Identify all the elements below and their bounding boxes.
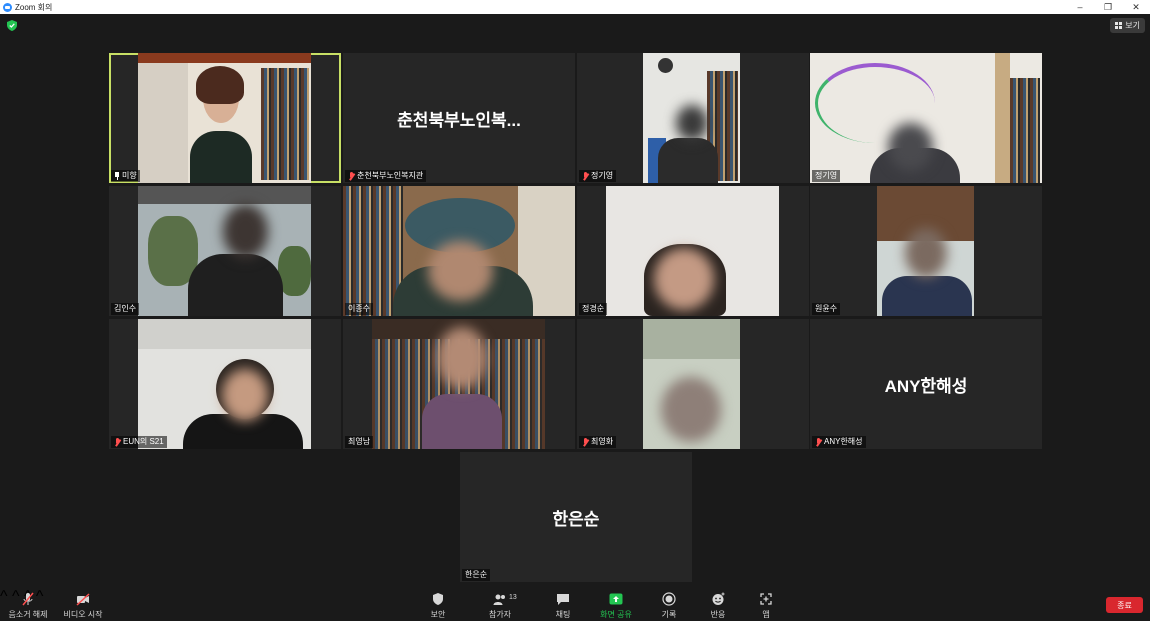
video-tile[interactable]: 정경순 (577, 186, 809, 316)
participant-label: 이종수 (345, 303, 374, 315)
pin-icon (114, 172, 120, 180)
participant-name-display: ANY한해성 (884, 376, 968, 396)
participant-label: 정기영 (579, 170, 617, 182)
video-tile[interactable]: 최영화 (577, 319, 809, 449)
share-screen-button[interactable]: 화면 공유 (592, 592, 640, 620)
participant-label: 정경순 (579, 303, 608, 315)
participant-name-display: 한은순 (552, 509, 600, 529)
video-tile[interactable]: 이종수 (343, 186, 575, 316)
start-video-button[interactable]: 비디오 시작 (59, 592, 107, 620)
participant-label: 최영남 (345, 436, 374, 448)
meeting-topbar: 보기 (0, 14, 1150, 38)
record-icon (662, 592, 676, 606)
participant-label: 미향 (111, 170, 140, 182)
participant-label: 정기영 (812, 170, 841, 182)
video-tile-active-speaker[interactable]: 미향 (109, 53, 341, 183)
chat-bubble-icon (557, 594, 569, 605)
share-screen-icon (609, 593, 623, 605)
participant-name-display: 춘천북부노인복... (397, 110, 521, 130)
muted-mic-icon (582, 171, 589, 181)
participant-label: 최영화 (579, 436, 617, 448)
participant-label: 원윤수 (812, 303, 841, 315)
video-tile[interactable]: 정기영 (810, 53, 1042, 183)
video-tile[interactable]: 한은순 한은순 (460, 452, 692, 582)
participant-video (643, 319, 740, 449)
chat-button[interactable]: 채팅 (539, 592, 587, 620)
participant-label: 한은순 (462, 569, 491, 581)
participant-video (138, 53, 311, 183)
participant-video (606, 186, 779, 316)
video-tile[interactable]: ANY한해성 ANY한해성 (810, 319, 1042, 449)
unmute-button[interactable]: 음소거 해제 (4, 592, 52, 620)
apps-button[interactable]: 앱 (742, 592, 790, 620)
record-button[interactable]: 기록 (645, 592, 693, 620)
participant-label: 춘천북부노인복지관 (345, 170, 427, 182)
reactions-button[interactable]: 반응 (694, 592, 742, 620)
video-tile[interactable]: EUN의 S21 (109, 319, 341, 449)
zoom-app-icon (3, 2, 12, 12)
end-meeting-button[interactable]: 종료 (1106, 597, 1143, 613)
meeting-toolbar: 음소거 해제 ^ 비디오 시작 ^ 보안 참가자 13 ^ 채팅 (0, 588, 1150, 621)
muted-mic-icon (348, 171, 355, 181)
muted-mic-icon (582, 437, 589, 447)
security-button[interactable]: 보안 (414, 592, 462, 620)
participant-video (138, 319, 311, 449)
grid-view-icon (1115, 22, 1123, 29)
participant-video (877, 186, 974, 316)
reaction-smiley-icon (712, 592, 725, 605)
video-tile[interactable]: 김인수 (109, 186, 341, 316)
muted-mic-icon (815, 437, 822, 447)
minimize-button[interactable]: – (1066, 0, 1094, 14)
close-button[interactable]: ✕ (1122, 0, 1150, 14)
participant-label: EUN의 S21 (111, 436, 167, 448)
muted-mic-icon (114, 437, 121, 447)
window-title: Zoom 회의 (15, 2, 53, 12)
participant-video (643, 53, 740, 183)
video-tile[interactable]: 원윤수 (810, 186, 1042, 316)
video-tile[interactable]: 정기영 (577, 53, 809, 183)
participant-label: 김인수 (111, 303, 140, 315)
participant-video (138, 186, 311, 316)
window-titlebar: Zoom 회의 – ❐ ✕ (0, 0, 1150, 14)
participants-count: 13 (509, 594, 517, 601)
muted-microphone-icon (22, 592, 34, 606)
security-shield-icon (433, 593, 443, 605)
participants-icon (493, 594, 505, 605)
participant-video (343, 186, 575, 316)
apps-icon (760, 593, 772, 605)
encryption-shield-icon[interactable] (7, 20, 17, 31)
participant-video (372, 319, 545, 449)
restore-button[interactable]: ❐ (1094, 0, 1122, 14)
view-button[interactable]: 보기 (1110, 18, 1145, 33)
video-tile[interactable]: 최영남 (343, 319, 575, 449)
view-label: 보기 (1125, 21, 1140, 30)
video-off-icon (76, 593, 90, 606)
participant-video (810, 53, 1042, 183)
video-tile[interactable]: 춘천북부노인복... 춘천북부노인복지관 (343, 53, 575, 183)
participant-label: ANY한해성 (812, 436, 866, 448)
